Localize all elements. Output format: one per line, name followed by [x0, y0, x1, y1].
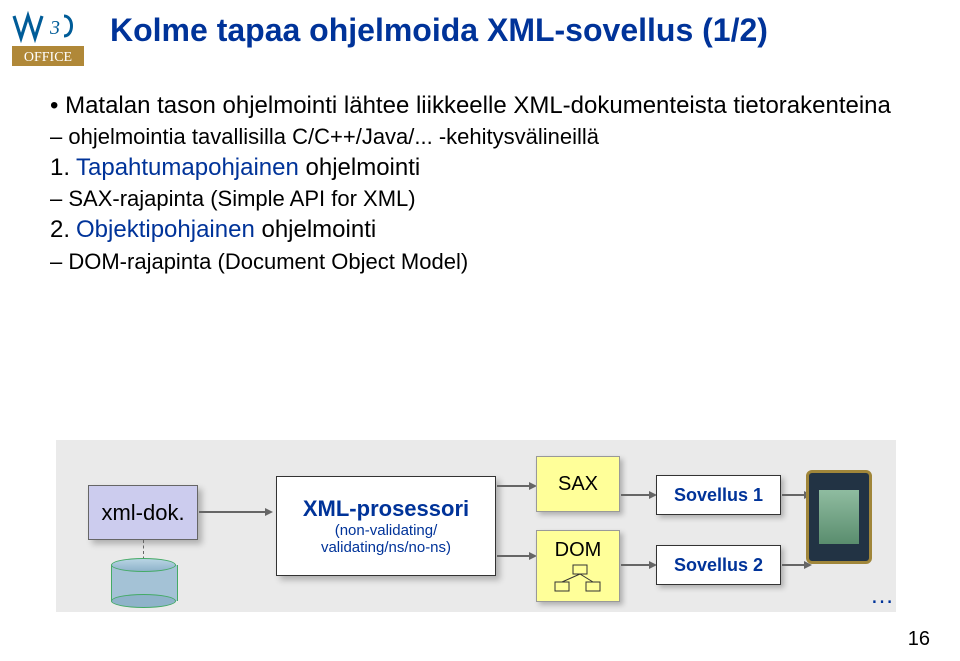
arrow: [621, 564, 649, 566]
phone-icon: [806, 470, 872, 564]
numbered-item-1-sub: SAX-rajapinta (Simple API for XML): [50, 184, 920, 214]
app1-box: Sovellus 1: [656, 475, 781, 515]
xml-document-box: xml-dok.: [88, 485, 198, 540]
arrow: [782, 494, 804, 496]
app2-box: Sovellus 2: [656, 545, 781, 585]
numbered-item-2: 2.Objektipohjainen ohjelmointi DOM-rajap…: [50, 214, 920, 276]
arrow: [621, 494, 649, 496]
sax-box: SAX: [536, 456, 620, 512]
numbered-item-2-sub: DOM-rajapinta (Document Object Model): [50, 247, 920, 277]
ellipsis: …: [870, 582, 894, 610]
diagram: xml-dok. XML-prosessori (non-validating/…: [56, 440, 896, 612]
bullet-level1: Matalan tason ohjelmointi lähtee liikkee…: [50, 90, 920, 152]
svg-text:OFFICE: OFFICE: [24, 50, 72, 65]
arrow: [782, 564, 804, 566]
w3c-logo-icon: 3 OFFICE: [12, 10, 104, 75]
arrow: [199, 511, 265, 513]
database-icon: [111, 558, 176, 608]
page-number: 16: [908, 628, 930, 651]
slide-title: Kolme tapaa ohjelmoida XML-sovellus (1/2…: [110, 12, 768, 49]
svg-text:3: 3: [49, 17, 60, 39]
arrow: [497, 485, 529, 487]
dom-box: DOM: [536, 530, 620, 602]
numbered-item-1: 1.Tapahtumapohjainen ohjelmointi SAX-raj…: [50, 152, 920, 214]
arrow: [497, 555, 529, 557]
xml-processor-box: XML-prosessori (non-validating/ validati…: [276, 476, 496, 576]
content-area: Matalan tason ohjelmointi lähtee liikkee…: [50, 90, 920, 276]
bullet-sub: ohjelmointia tavallisilla C/C++/Java/...…: [50, 122, 920, 152]
tree-icon: [553, 564, 603, 594]
